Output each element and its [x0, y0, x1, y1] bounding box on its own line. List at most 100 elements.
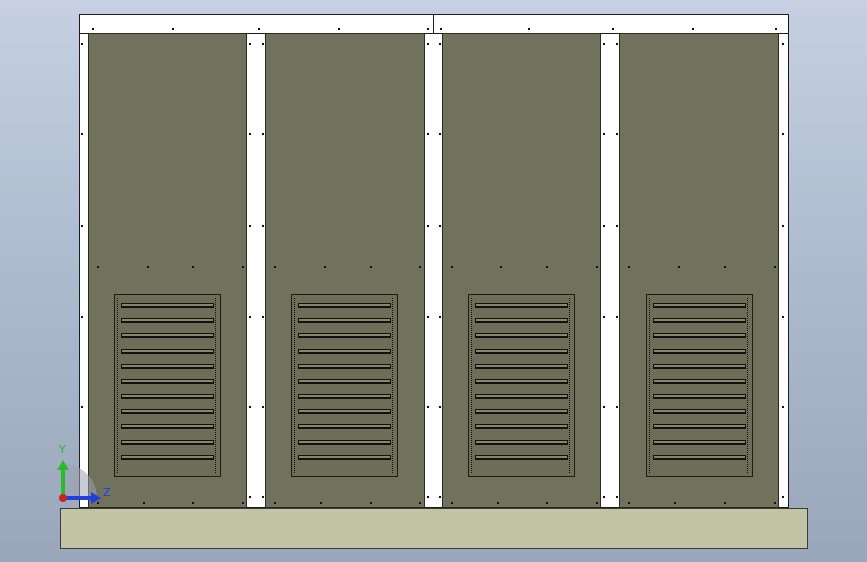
fastener-dot — [419, 502, 421, 504]
louver-slat — [653, 303, 746, 308]
x-axis-origin — [59, 494, 67, 502]
fastener-dot — [546, 502, 548, 504]
fastener-dot — [596, 502, 598, 504]
fastener-dot — [439, 496, 441, 498]
fastener-dot — [249, 496, 251, 498]
louver-slat — [475, 424, 568, 430]
louver-slat — [475, 394, 568, 400]
fastener-dot — [97, 266, 99, 268]
fastener-dot — [262, 133, 264, 135]
fastener-dot — [262, 225, 264, 227]
cad-viewport[interactable]: Y Z — [0, 0, 867, 562]
louver-slat — [653, 439, 746, 445]
louver-slat — [121, 424, 214, 430]
fastener-dot — [439, 43, 441, 45]
fastener-dot — [81, 406, 83, 408]
fastener-dot — [628, 266, 630, 268]
fastener-dot — [774, 266, 776, 268]
fastener-dot — [262, 406, 264, 408]
louver-slat — [121, 409, 214, 415]
fastener-dot — [439, 225, 441, 227]
fastener-dot — [603, 316, 605, 318]
louver-slat — [298, 378, 391, 384]
fastener-dot — [242, 266, 244, 268]
louver-side-rail — [471, 298, 474, 473]
top-rail-right — [433, 14, 789, 34]
louver-slat — [653, 454, 746, 460]
fastener-dot — [249, 133, 251, 135]
fastener-dot — [724, 266, 726, 268]
louver-slat — [121, 439, 214, 445]
fastener-dot — [143, 502, 145, 504]
louver-slat — [475, 348, 568, 354]
fastener-dot — [249, 225, 251, 227]
triad-y-label: Y — [59, 443, 66, 456]
fastener-dot — [497, 502, 499, 504]
fastener-dot — [612, 28, 614, 30]
fastener-dot — [147, 266, 149, 268]
fastener-dot — [603, 225, 605, 227]
louver-slat — [298, 439, 391, 445]
fastener-dot — [782, 225, 784, 227]
fastener-dot — [616, 225, 618, 227]
fastener-dot — [262, 496, 264, 498]
louver-slat — [475, 454, 568, 460]
louver-slat — [121, 378, 214, 384]
top-rail-left — [79, 14, 434, 34]
fastener-dot — [81, 225, 83, 227]
fastener-dot — [782, 316, 784, 318]
fastener-dot — [81, 43, 83, 45]
louver-slat — [475, 318, 568, 324]
fastener-dot — [596, 266, 598, 268]
fastener-dot — [192, 266, 194, 268]
louver-slat — [475, 439, 568, 445]
fastener-dot — [427, 43, 429, 45]
louver-slat — [298, 363, 391, 369]
louver-side-rail — [649, 298, 652, 473]
fastener-dot — [616, 316, 618, 318]
fastener-dot — [782, 406, 784, 408]
fastener-dot — [782, 496, 784, 498]
louver-slat — [475, 378, 568, 384]
fastener-dot — [782, 133, 784, 135]
fastener-dot — [439, 316, 441, 318]
fastener-dot — [451, 266, 453, 268]
louver-grille-4 — [646, 294, 753, 477]
fastener-dot — [451, 502, 453, 504]
base-platform — [60, 508, 808, 549]
fastener-dot — [546, 266, 548, 268]
fastener-dot — [528, 28, 530, 30]
louver-side-rail — [747, 298, 750, 473]
louver-grille-2 — [291, 294, 398, 477]
fastener-dot — [603, 406, 605, 408]
louver-slat — [298, 318, 391, 324]
fastener-dot — [172, 28, 174, 30]
louver-slat — [653, 363, 746, 369]
louver-slat — [298, 303, 391, 308]
louver-slat — [475, 303, 568, 308]
louver-slat — [121, 394, 214, 400]
fastener-dot — [320, 502, 322, 504]
fastener-dot — [262, 43, 264, 45]
louver-slat — [653, 424, 746, 430]
fastener-dot — [262, 316, 264, 318]
louver-slat — [121, 333, 214, 339]
fastener-dot — [440, 28, 442, 30]
fastener-dot — [427, 496, 429, 498]
fastener-dot — [628, 502, 630, 504]
triad-z-label: Z — [103, 486, 111, 499]
frame-post-right — [778, 33, 789, 508]
fastener-dot — [427, 133, 429, 135]
fastener-dot — [427, 225, 429, 227]
fastener-dot — [324, 266, 326, 268]
louver-side-rail — [392, 298, 395, 473]
fastener-dot — [274, 502, 276, 504]
fastener-dot — [370, 502, 372, 504]
fastener-dot — [616, 406, 618, 408]
fastener-dot — [775, 28, 777, 30]
fastener-dot — [439, 133, 441, 135]
louver-slat — [653, 394, 746, 400]
fastener-dot — [603, 496, 605, 498]
fastener-dot — [616, 496, 618, 498]
fastener-dot — [249, 316, 251, 318]
